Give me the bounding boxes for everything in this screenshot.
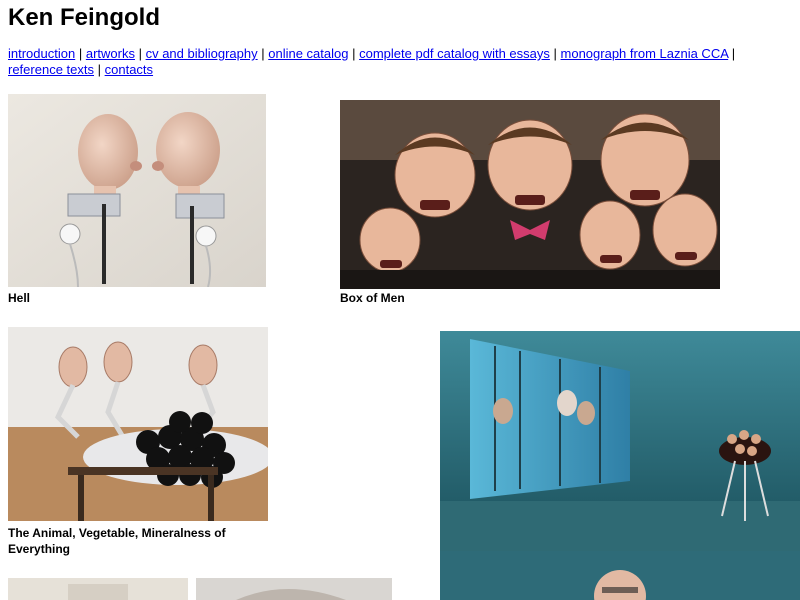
nav-separator: | (97, 62, 105, 77)
artwork-image-installation[interactable] (440, 331, 800, 600)
nav-link-reference-texts[interactable]: reference texts (8, 62, 94, 77)
artwork-thumbnail-2 (196, 578, 392, 600)
artwork-image-hell[interactable] (8, 94, 266, 287)
artwork-image-box-of-men[interactable] (340, 100, 720, 289)
artwork-image-animal-vegetable-mineralness[interactable] (8, 327, 268, 521)
nav-link-contacts[interactable]: contacts (105, 62, 153, 77)
nav-link-online-catalog[interactable]: online catalog (268, 46, 348, 61)
main-navigation: introduction | artworks | cv and bibliog… (8, 46, 768, 78)
nav-link-introduction[interactable]: introduction (8, 46, 75, 61)
artwork-installation (440, 331, 800, 600)
nav-separator: | (553, 46, 561, 61)
artwork-title-animal-vegetable-mineralness[interactable]: The Animal, Vegetable, Mineralness of Ev… (8, 525, 258, 557)
nav-link-monograph[interactable]: monograph from Laznia CCA (561, 46, 729, 61)
artwork-title-hell[interactable]: Hell (8, 290, 30, 306)
nav-link-pdf-catalog[interactable]: complete pdf catalog with essays (359, 46, 550, 61)
nav-separator: | (78, 46, 86, 61)
artwork-box-of-men: Box of Men (340, 100, 720, 308)
nav-link-artworks[interactable]: artworks (86, 46, 135, 61)
artwork-animal-vegetable-mineralness: The Animal, Vegetable, Mineralness of Ev… (8, 327, 268, 563)
nav-link-cv-bibliography[interactable]: cv and bibliography (146, 46, 258, 61)
artwork-title-box-of-men[interactable]: Box of Men (340, 290, 405, 306)
site-title: Ken Feingold (8, 4, 160, 31)
nav-separator: | (138, 46, 146, 61)
artwork-hell: Hell (8, 94, 266, 306)
nav-separator: | (731, 46, 736, 61)
artwork-image-thumbnail-1[interactable] (8, 578, 188, 600)
artwork-thumbnail-1 (8, 578, 188, 600)
artwork-image-thumbnail-2[interactable] (196, 578, 392, 600)
